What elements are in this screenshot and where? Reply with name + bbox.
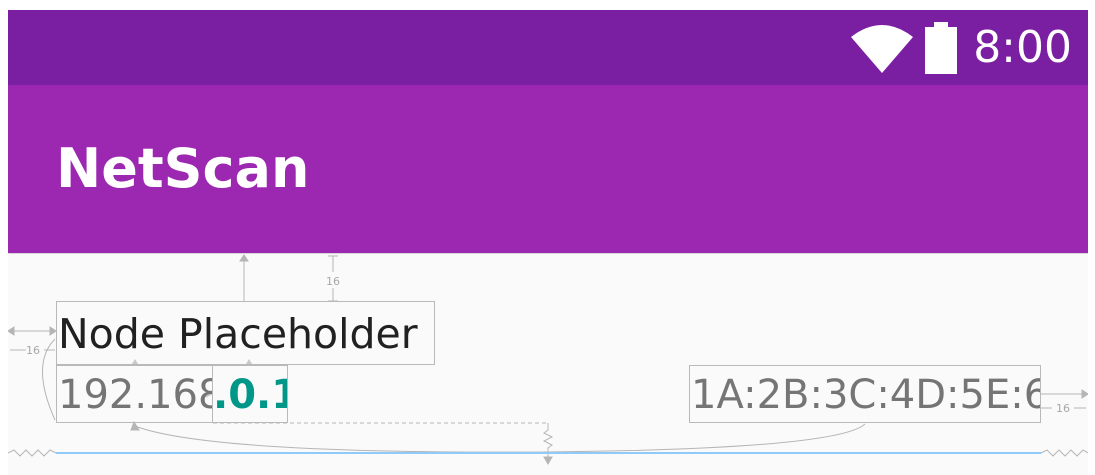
device-frame: 8:00 NetScan 16 16 16 Node Placeholder 1… — [8, 10, 1088, 475]
app-title: NetScan — [56, 137, 310, 200]
chain-constraint — [130, 420, 866, 453]
left-margin-label: 16 — [26, 344, 40, 357]
right-margin-constraint — [1041, 389, 1088, 409]
mac-address-label: 1A:2B:3C:4D:5E:6F — [689, 365, 1041, 423]
status-icons: 8:00 — [851, 10, 1088, 85]
right-margin-label: 16 — [1056, 402, 1070, 415]
node-name-label: Node Placeholder — [56, 301, 435, 365]
bottom-guide — [213, 422, 554, 466]
status-bar: 8:00 — [8, 10, 1088, 85]
content-area: 16 16 16 Node Placeholder 192.168 .0. 1A… — [8, 253, 1088, 475]
app-bar: NetScan — [8, 85, 1088, 253]
top-margin-label: 16 — [326, 275, 340, 288]
ip-prefix-label: 192.168 — [56, 365, 213, 423]
wifi-icon — [851, 24, 914, 73]
left-margin-constraint — [8, 326, 57, 421]
ip-suffix-label: .0.1 — [212, 365, 288, 423]
top-margin-constraint — [239, 254, 338, 302]
status-clock: 8:00 — [973, 21, 1072, 73]
battery-icon — [925, 21, 958, 74]
row-bottom-guideline — [56, 452, 1041, 454]
